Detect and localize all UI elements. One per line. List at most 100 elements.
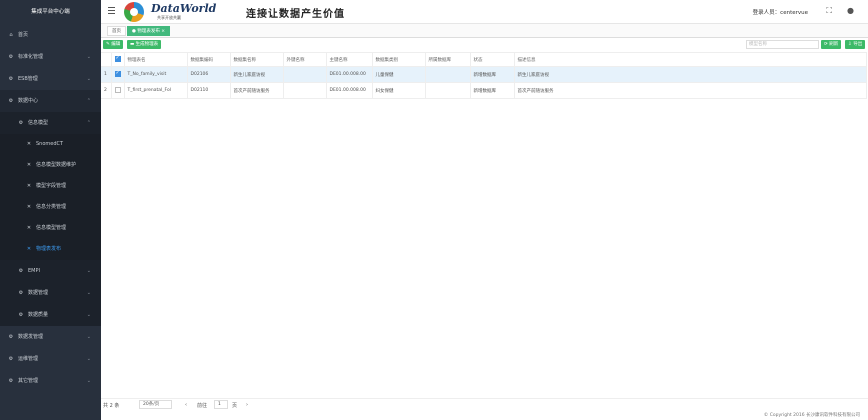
export-button[interactable]: ⇩ 导出 [845,40,866,49]
data-table: 物理表名数据集编码数据集名称外键名称主键名称数据集类别所属数据库状态描述信息 1… [101,52,867,99]
sidebar-item[interactable]: ⚙ ESB管理 ⌄ [0,68,101,90]
pagination: 共 2 条 20条/页 ‹ 前往 1 页 › [101,398,868,410]
generate-table-button[interactable]: ▬ 生成物理表 [127,40,162,49]
row-checkbox[interactable] [111,66,125,83]
sidebar-item[interactable]: ⚙ EMPI ⌄ [0,260,101,282]
gear-icon: ⚙ [8,356,14,362]
gear-icon: ⚙ [18,268,24,274]
column-header: 所属数据库 [425,52,471,67]
table-cell: 首次产前随访服务 [230,82,284,99]
sidebar-item-label: 数据管理 [28,290,49,296]
sidebar-item[interactable]: ✕ 信息模型管理 [0,218,101,239]
sidebar-item[interactable]: ✕ 模型字段管理 [0,176,101,197]
column-header: 状态 [470,52,515,67]
sidebar-item-label: 信息分类管理 [36,204,67,210]
index-header [101,52,112,67]
header: DataWorld 共享开放共赢 连接让数据产生价值 登录人员：centervu… [101,0,868,24]
edit-button[interactable]: ✎ 编辑 [103,40,124,49]
table-cell [425,82,471,99]
table-header-row: 物理表名数据集编码数据集名称外键名称主键名称数据集类别所属数据库状态描述信息 [101,52,867,67]
sidebar-item[interactable]: ✕ SnomedCT [0,134,101,155]
sidebar-item-label: 首页 [18,32,29,38]
search-input[interactable]: 模型名称 [746,40,819,49]
sidebar-item[interactable]: ✕ 物理表发布 [0,239,101,260]
row-index: 2 [101,82,112,99]
table-cell: 新生儿家庭访视 [514,66,867,83]
row-checkbox[interactable] [111,82,125,99]
brand-name: DataWorld [151,2,217,15]
sidebar-item[interactable]: ⚙ 标准化管理 ⌄ [0,46,101,68]
table-body: 1 T_No_family_visitD02106 新生儿家庭访视 DE01.00.0… [101,66,867,99]
refresh-button[interactable]: ⟳ 刷新 [821,40,842,49]
chevron-icon: ⌃ [86,120,91,126]
column-header: 外键名称 [283,52,327,67]
page-number-input[interactable]: 1 [214,400,228,409]
column-header: 主键名称 [326,52,373,67]
sidebar-item[interactable]: ⚙ 信息模型 ⌃ [0,112,101,134]
table-cell [283,82,327,99]
menu-toggle-icon[interactable] [108,7,115,15]
sidebar-item[interactable]: ✕ 信息模型数据维护 [0,155,101,176]
sidebar-item[interactable]: ⚙ 数据质量 ⌄ [0,304,101,326]
tool-icon: ✕ [26,204,32,210]
table-cell: T_first_prenatal_Fol [124,82,188,99]
slogan: 连接让数据产生价值 [246,9,345,20]
tool-icon: ✕ [26,246,32,252]
sidebar-item-label: 信息模型数据维护 [36,162,77,168]
brand-subtitle: 共享开放共赢 [157,15,181,20]
sidebar-item[interactable]: ⚙ 运维管理 ⌄ [0,348,101,370]
gear-icon: ⚙ [18,312,24,318]
column-header: 数据集类别 [372,52,426,67]
sidebar-item[interactable]: ⌂ 首页 [0,24,101,46]
column-header: 数据集编码 [187,52,231,67]
chevron-icon: ⌄ [86,290,91,296]
chevron-icon: ⌄ [86,54,91,60]
select-all-checkbox[interactable] [111,52,125,67]
sidebar-item-label: 模型字段管理 [36,183,67,189]
column-header: 描述信息 [514,52,867,67]
column-header: 数据集名称 [230,52,284,67]
sidebar-item-label: 物理表发布 [36,246,62,252]
table-cell: D02106 [187,66,231,83]
table-cell [425,66,471,83]
prev-page-icon[interactable]: ‹ [185,402,187,408]
sidebar-item[interactable]: ⚙ 数据管理 ⌄ [0,282,101,304]
logo-icon [124,2,144,22]
sidebar-item[interactable]: ⚙ 其它管理 ⌄ [0,370,101,392]
table-row[interactable]: 2 T_first_prenatal_Fol D02110 首次产前随访服务 DE01.… [101,82,867,99]
sidebar-item[interactable]: ⚙ 数据发管理 ⌄ [0,326,101,348]
tool-icon: ✕ [26,162,32,168]
table-cell: T_No_family_visit [124,66,188,83]
chevron-icon: ⌄ [86,334,91,340]
tool-icon: ✕ [26,225,32,231]
home-icon: ⌂ [9,32,13,38]
gear-icon: ⚙ [8,54,14,60]
table-row[interactable]: 1 T_No_family_visitD02106 新生儿家庭访视 DE01.00.0… [101,66,867,83]
table-cell: DE01.00.008.00 [326,82,373,99]
table-cell: DE01.00.008.00 [326,66,373,83]
sidebar-title: 集成平台中心端 [31,9,70,15]
tab-home[interactable]: 首页 [107,26,126,36]
total-count: 共 2 条 [103,403,120,409]
chevron-icon: ⌄ [86,378,91,384]
sidebar-item[interactable]: ✕ 信息分类管理 [0,197,101,218]
tab-bar: 首页 ● 物理表发布 × [101,24,868,38]
sidebar: 集成平台中心端 ⌂ 首页 ⚙ 标准化管理 ⌄ ⚙ ESB管理 ⌄ ⚙ 数据中心 ⌃ ⚙ 信息模型 ⌃ ✕ Sn… [0,0,101,420]
page-size-select[interactable]: 20条/页 [139,400,172,409]
sidebar-item-label: 运维管理 [18,356,39,362]
user-avatar-icon[interactable]: ● [847,6,854,15]
table-cell: 儿童保健 [372,66,426,83]
table-cell: 首次产前随访服务 [514,82,867,99]
table-cell: 妇女保健 [372,82,426,99]
sidebar-item-label: 其它管理 [18,378,39,384]
fullscreen-icon[interactable]: ⛶ [826,6,832,16]
chevron-icon: ⌄ [86,268,91,274]
goto-label: 前往 [197,403,208,409]
row-index: 1 [101,66,112,83]
tab-physical-table-publish[interactable]: ● 物理表发布 × [127,26,171,36]
gear-icon: ⚙ [8,334,14,340]
chevron-icon: ⌃ [86,98,91,104]
next-page-icon[interactable]: › [246,402,248,408]
sidebar-item[interactable]: ⚙ 数据中心 ⌃ [0,90,101,112]
sidebar-item-label: SnomedCT [36,141,64,147]
